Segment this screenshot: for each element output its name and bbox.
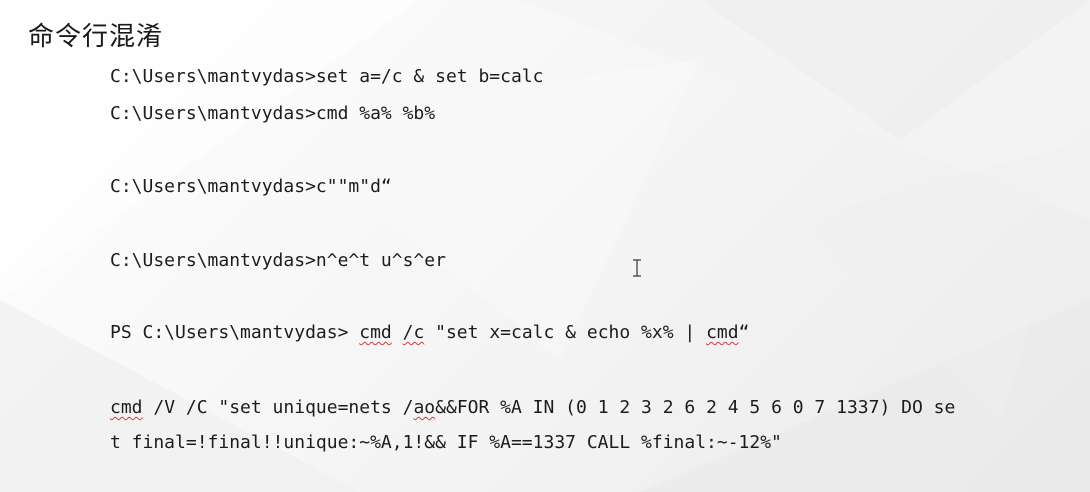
spellcheck-underlined-word: ao: [413, 397, 436, 418]
code-line-2: C:\Users\mantvydas>cmd %a% %b%: [110, 103, 436, 124]
spellcheck-underlined-word: /c: [402, 322, 425, 343]
text-cursor-icon: [633, 259, 641, 277]
code-line-4: C:\Users\mantvydas>n^e^t u^s^er: [110, 250, 446, 271]
spellcheck-underlined-word: cmd: [359, 322, 392, 343]
code-segment: “: [738, 322, 750, 343]
code-line-3: C:\Users\mantvydas>c""m"d“: [110, 176, 392, 197]
code-line-1: C:\Users\mantvydas>set a=/c & set b=calc: [110, 66, 544, 87]
code-segment: /V /C "set unique=nets /: [142, 397, 414, 418]
slide-title: 命令行混淆: [28, 22, 164, 52]
spellcheck-underlined-word: cmd: [110, 397, 143, 418]
code-line-5: PS C:\Users\mantvydas> cmd /c "set x=cal…: [110, 322, 749, 344]
code-segment: "set x=calc & echo %x% |: [424, 322, 707, 343]
code-segment: &&FOR %A IN (0 1 2 3 2 6 2 4 5 6 0 7 133…: [435, 397, 956, 418]
code-line-6: cmd /V /C "set unique=nets /ao&&FOR %A I…: [110, 397, 955, 419]
code-segment: PS C:\Users\mantvydas>: [110, 322, 360, 343]
spellcheck-underlined-word: cmd: [706, 322, 739, 343]
code-line-7: t final=!final!!unique:~%A,1!&& IF %A==1…: [110, 432, 782, 453]
